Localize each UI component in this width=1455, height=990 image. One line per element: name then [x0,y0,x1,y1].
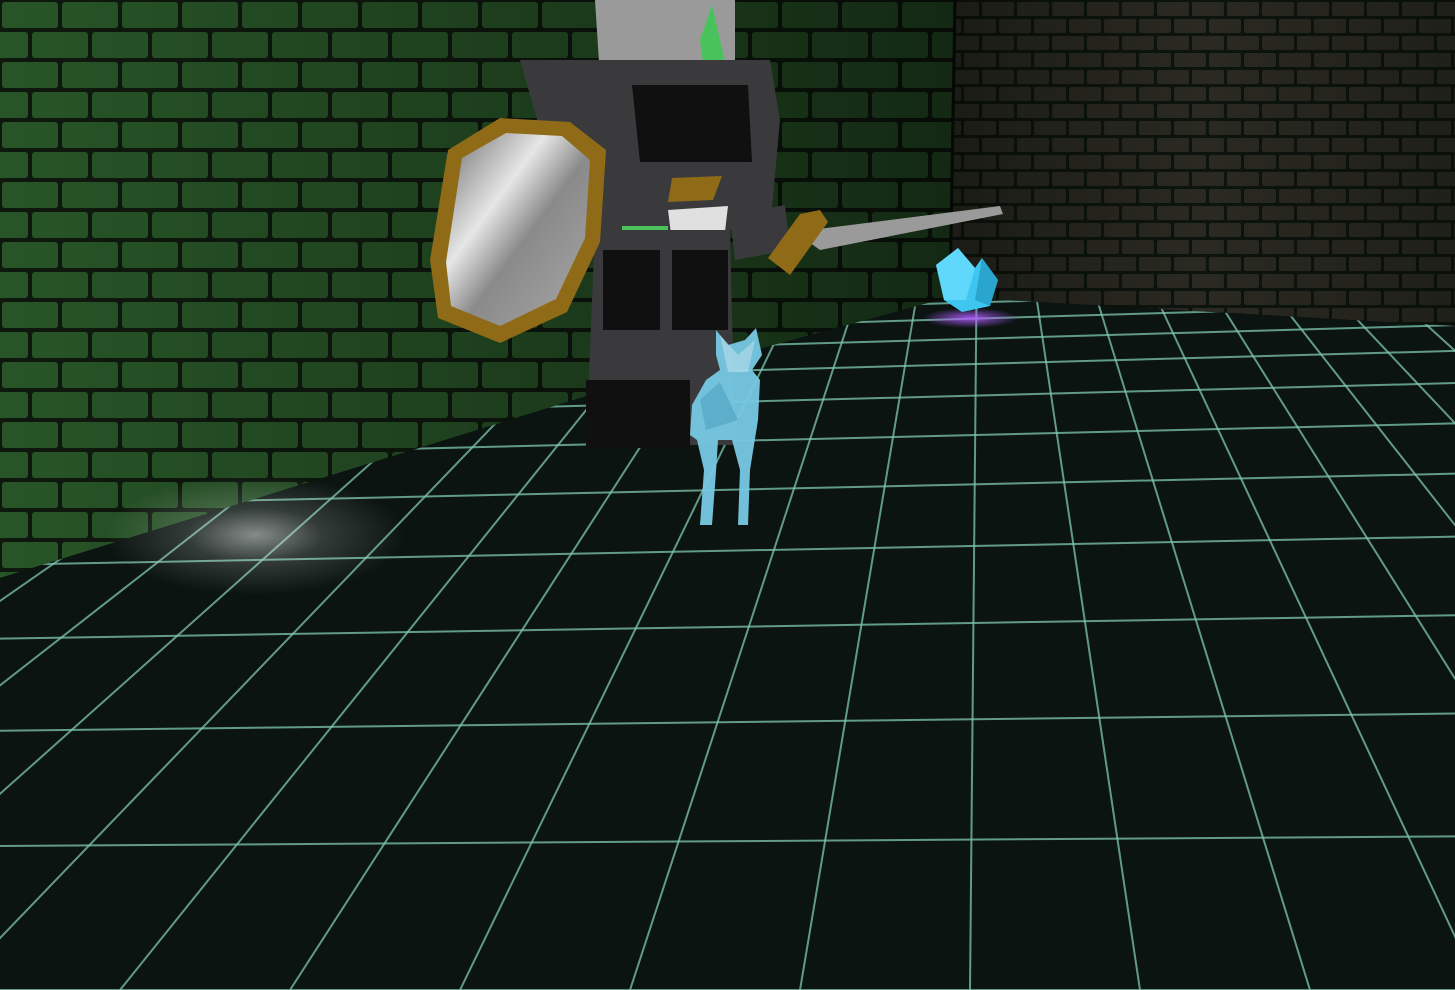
back-wall [948,0,1455,326]
floor-light-reflection [105,475,405,595]
game-viewport[interactable] [0,0,1455,990]
crystal-glow [922,308,1018,328]
